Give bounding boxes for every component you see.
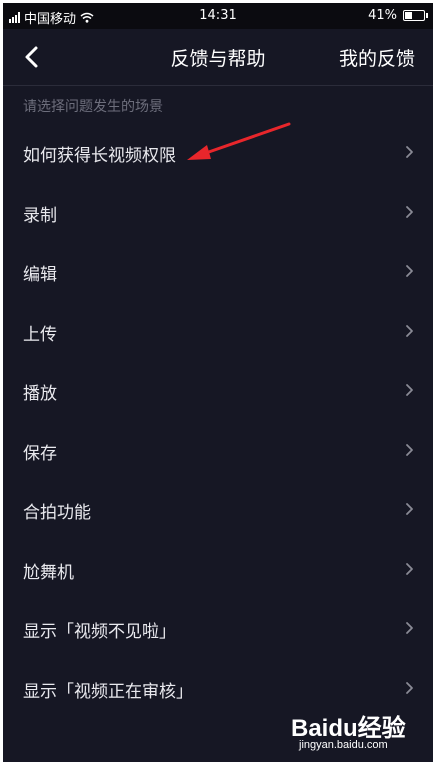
menu-item-label: 显示「视频不见啦」 bbox=[23, 622, 176, 642]
chevron-right-icon bbox=[406, 622, 413, 634]
menu-item-label: 保存 bbox=[23, 443, 57, 464]
menu-item[interactable]: 保存 bbox=[3, 421, 433, 481]
menu-item-label: 录制 bbox=[23, 205, 57, 226]
watermark-url: jingyan.baidu.com bbox=[299, 739, 388, 751]
menu-item-label: 编辑 bbox=[23, 265, 57, 285]
battery-icon bbox=[403, 10, 428, 21]
scenario-menu: 如何获得长视频权限 录制编辑上传播放保存合拍功能尬舞机显示「视频不见啦」 显示「视频… bbox=[3, 123, 433, 718]
my-feedback-button[interactable]: 我的反馈 bbox=[339, 44, 415, 71]
nav-header: 反馈与帮助 我的反馈 bbox=[3, 29, 433, 86]
menu-item-label: 上传 bbox=[23, 324, 57, 345]
chevron-right-icon bbox=[406, 681, 413, 694]
menu-item[interactable]: 尬舞机 bbox=[3, 540, 433, 600]
app-screen: 中国移动 14:31 41% 反馈与帮助 我的反馈 请选择问题发生的场景 如何获… bbox=[3, 3, 433, 762]
status-bar: 中国移动 14:31 41% bbox=[3, 3, 433, 29]
chevron-right-icon bbox=[406, 205, 413, 218]
menu-item-label: 尬舞机 bbox=[23, 562, 74, 583]
menu-item[interactable]: 录制 bbox=[3, 183, 433, 243]
menu-item-label: 显示「视频正在审核」 bbox=[23, 681, 193, 702]
chevron-right-icon bbox=[406, 384, 413, 396]
watermark-brand: Baidu经验 bbox=[291, 715, 406, 742]
chevron-right-icon bbox=[406, 443, 413, 456]
chevron-right-icon bbox=[406, 265, 413, 277]
chevron-right-icon bbox=[406, 562, 413, 575]
menu-item[interactable]: 显示「视频不见啦」 bbox=[3, 599, 433, 659]
chevron-right-icon bbox=[406, 146, 413, 158]
menu-item[interactable]: 编辑 bbox=[3, 242, 433, 302]
menu-item[interactable]: 播放 bbox=[3, 361, 433, 421]
baidu-watermark: Baidu经验 jingyan.baidu.com bbox=[291, 708, 413, 754]
battery-percent: 41% bbox=[368, 8, 397, 23]
status-right: 41% bbox=[368, 8, 428, 23]
menu-item[interactable]: 合拍功能 bbox=[3, 480, 433, 540]
section-hint: 请选择问题发生的场景 bbox=[23, 99, 163, 115]
menu-item-label: 播放 bbox=[23, 384, 57, 404]
chevron-right-icon bbox=[406, 324, 413, 337]
menu-item-label: 如何获得长视频权限 bbox=[23, 146, 176, 166]
menu-item-label: 合拍功能 bbox=[23, 503, 91, 523]
menu-item[interactable]: 上传 bbox=[3, 302, 433, 362]
chevron-right-icon bbox=[406, 503, 413, 515]
menu-item[interactable]: 如何获得长视频权限 bbox=[3, 123, 433, 183]
